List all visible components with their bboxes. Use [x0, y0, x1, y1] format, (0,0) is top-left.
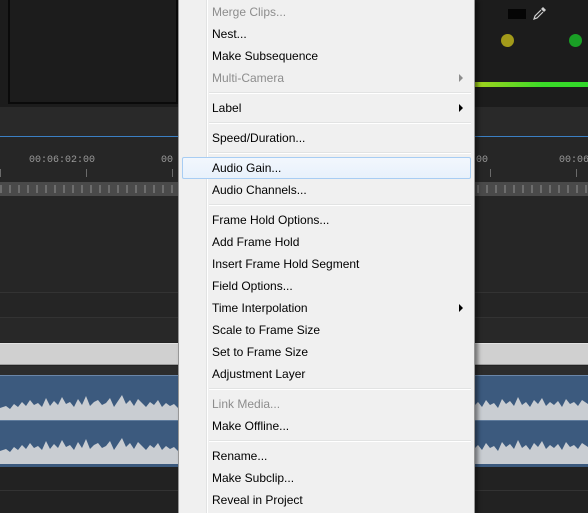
menu-item-label: Time Interpolation	[212, 301, 308, 315]
menu-item-label: Speed/Duration...	[212, 131, 306, 145]
status-indicator-green	[569, 34, 582, 47]
menu-item-reveal-in-project[interactable]: Reveal in Project	[182, 489, 471, 511]
ruler-tick	[490, 169, 491, 177]
menu-item-speed-duration[interactable]: Speed/Duration...	[182, 127, 471, 149]
menu-item-link-media: Link Media...	[182, 393, 471, 415]
menu-item-label: Multi-Camera	[212, 71, 285, 85]
menu-separator	[209, 440, 471, 442]
menu-item-label: Link Media...	[212, 397, 281, 411]
menu-item-label: Make Subclip...	[212, 471, 295, 485]
timecode-label: 00	[476, 155, 489, 166]
menu-item-label: Audio Channels...	[212, 183, 307, 197]
menu-item-label: Merge Clips...	[212, 5, 287, 19]
ruler-tick	[0, 169, 1, 177]
menu-item-label: Field Options...	[212, 279, 293, 293]
menu-item-label: Scale to Frame Size	[212, 323, 321, 337]
menu-item-adjustment-layer[interactable]: Adjustment Layer	[182, 363, 471, 385]
menu-item-frame-hold-options[interactable]: Frame Hold Options...	[182, 209, 471, 231]
timecode-label: 00:06	[559, 155, 588, 166]
menu-item-make-subsequence[interactable]: Make Subsequence	[182, 45, 471, 67]
eyedropper-icon[interactable]	[532, 6, 548, 22]
ruler-tick	[576, 169, 577, 177]
menu-item-insert-frame-hold-segment[interactable]: Insert Frame Hold Segment	[182, 253, 471, 275]
menu-item-multi-camera: Multi-Camera	[182, 67, 471, 89]
menu-item-time-interpolation[interactable]: Time Interpolation	[182, 297, 471, 319]
menu-item-label: Audio Gain...	[212, 161, 282, 175]
audio-level-meter	[474, 82, 588, 87]
menu-item-set-to-frame-size[interactable]: Set to Frame Size	[182, 341, 471, 363]
timecode-label: 00	[161, 155, 174, 166]
menu-item-add-frame-hold[interactable]: Add Frame Hold	[182, 231, 471, 253]
ruler-tick	[172, 169, 173, 177]
menu-item-label: Set to Frame Size	[212, 345, 309, 359]
menu-item-label: Adjustment Layer	[212, 367, 306, 381]
menu-separator	[209, 152, 471, 154]
menu-item-label: Make Offline...	[212, 419, 290, 433]
menu-item-audio-gain[interactable]: Audio Gain...	[182, 157, 471, 179]
menu-item-label: Make Subsequence	[212, 49, 319, 63]
menu-item-label: Insert Frame Hold Segment	[212, 257, 360, 271]
program-monitor-left	[0, 0, 178, 107]
submenu-arrow-icon	[459, 304, 463, 312]
menu-item-label: Reveal in Project	[212, 493, 303, 507]
menu-separator	[209, 122, 471, 124]
color-swatch[interactable]	[508, 9, 526, 19]
menu-item-make-offline[interactable]: Make Offline...	[182, 415, 471, 437]
menu-item-nest[interactable]: Nest...	[182, 23, 471, 45]
menu-item-make-subclip[interactable]: Make Subclip...	[182, 467, 471, 489]
menu-separator	[209, 388, 471, 390]
menu-item-label-text: Label	[212, 101, 242, 115]
ruler-tick	[86, 169, 87, 177]
menu-item-label[interactable]: Label	[182, 97, 471, 119]
monitor-frame	[8, 0, 178, 104]
menu-item-field-options[interactable]: Field Options...	[182, 275, 471, 297]
menu-item-label: Frame Hold Options...	[212, 213, 330, 227]
menu-separator	[209, 204, 471, 206]
menu-item-scale-to-frame-size[interactable]: Scale to Frame Size	[182, 319, 471, 341]
menu-item-merge-clips: Merge Clips...	[182, 1, 471, 23]
timecode-label: 00:06:02:00	[29, 155, 96, 166]
menu-item-label: Add Frame Hold	[212, 235, 300, 249]
submenu-arrow-icon	[459, 74, 463, 82]
menu-item-label: Nest...	[212, 27, 247, 41]
menu-item-audio-channels[interactable]: Audio Channels...	[182, 179, 471, 201]
clip-context-menu: Merge Clips... Nest... Make Subsequence …	[178, 0, 475, 513]
menu-separator	[209, 92, 471, 94]
menu-item-label: Rename...	[212, 449, 268, 463]
program-monitor-right	[474, 0, 588, 107]
submenu-arrow-icon	[459, 104, 463, 112]
status-indicator-yellow	[501, 34, 514, 47]
menu-item-rename[interactable]: Rename...	[182, 445, 471, 467]
